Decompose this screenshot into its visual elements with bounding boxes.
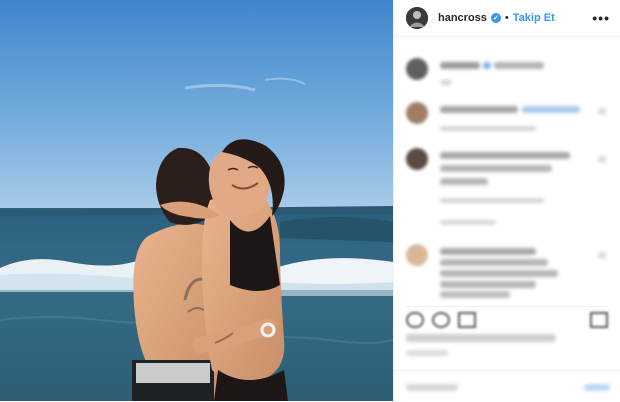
blurred-username (440, 106, 518, 113)
blurred-meta (440, 198, 544, 203)
commenter-avatar (406, 244, 428, 266)
post-header: hancross ✓ • Takip Et ••• (394, 0, 620, 37)
more-options-icon[interactable]: ••• (592, 10, 610, 26)
blurred-meta (440, 126, 536, 131)
verified-badge-icon: ✓ (490, 13, 501, 23)
post-actions (406, 306, 608, 331)
list-item (406, 244, 608, 298)
blurred-text (440, 259, 548, 266)
blurred-text (440, 281, 536, 288)
follow-button[interactable]: Takip Et (513, 12, 555, 24)
bookmark-icon[interactable] (590, 312, 608, 328)
username[interactable]: hancross (438, 12, 487, 24)
post-comment-button[interactable] (584, 384, 610, 391)
heart-icon[interactable] (406, 312, 424, 328)
blurred-text (440, 178, 488, 185)
blurred-text (440, 291, 510, 298)
post-photo[interactable] (0, 0, 393, 401)
blurred-text (440, 270, 558, 277)
comment-input[interactable] (406, 384, 458, 391)
blurred-meta (440, 80, 452, 85)
blurred-text (440, 248, 536, 255)
blurred-badge (483, 62, 491, 69)
blurred-date (406, 350, 448, 356)
blurred-text (440, 165, 552, 172)
separator-dot: • (504, 12, 509, 24)
share-icon[interactable] (458, 312, 476, 328)
blurred-meta (440, 220, 496, 225)
commenter-avatar (406, 102, 428, 124)
instagram-post: hancross ✓ • Takip Et ••• (0, 0, 620, 401)
post-side-panel: hancross ✓ • Takip Et ••• (393, 0, 620, 401)
list-item (406, 148, 608, 228)
commenter-avatar (406, 148, 428, 170)
comment-like-icon[interactable] (598, 156, 606, 163)
blurred-likes (406, 334, 556, 342)
blurred-text (494, 62, 544, 69)
blurred-text (440, 152, 570, 159)
comment-like-icon[interactable] (598, 108, 606, 115)
add-comment-bar (394, 370, 620, 402)
blurred-text (522, 106, 580, 113)
comment-like-icon[interactable] (598, 252, 606, 259)
list-item (406, 102, 608, 142)
comment-icon[interactable] (432, 312, 450, 328)
commenter-avatar (406, 58, 428, 80)
avatar[interactable] (406, 7, 428, 29)
blurred-username (440, 62, 480, 69)
comments-list (406, 48, 608, 298)
list-item (406, 58, 608, 92)
